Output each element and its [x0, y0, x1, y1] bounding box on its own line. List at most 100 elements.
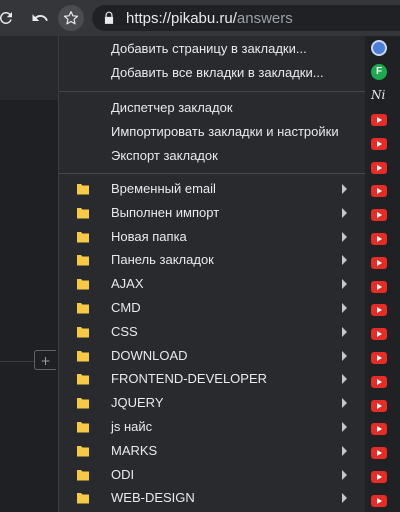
chevron-right-icon [342, 279, 347, 290]
bookmark-folder-item[interactable]: ODI [59, 463, 365, 487]
folder-label: Временный email [111, 181, 216, 196]
bookmark-folder-item[interactable]: CMD [59, 296, 365, 320]
url-text: https://pikabu.ru/answers [126, 10, 293, 27]
youtube-icon[interactable] [371, 423, 387, 436]
youtube-icon[interactable] [371, 352, 387, 364]
page-header-band [0, 36, 58, 100]
bookmark-folder-item[interactable]: Временный email [59, 177, 365, 201]
chevron-right-icon [342, 207, 347, 218]
folder-icon [77, 374, 89, 385]
url-host: https://pikabu.ru/ [126, 9, 237, 27]
undo-button[interactable] [28, 6, 52, 30]
reload-button[interactable] [0, 6, 18, 30]
menu-item-bookmark-all-tabs[interactable]: Добавить все вкладки в закладки... [59, 61, 365, 85]
bookmarks-menu: Добавить страницу в закладки... Добавить… [58, 36, 365, 512]
folder-icon [77, 445, 89, 457]
bookmark-folder-item[interactable]: MARKS [59, 439, 365, 463]
menu-item-label: Добавить все вкладки в закладки... [111, 65, 324, 80]
folder-icon [77, 422, 89, 433]
menu-item-bookmark-manager[interactable]: Диспетчер закладок [59, 96, 365, 120]
bookmark-folder-item[interactable]: WEB-DESIGN [59, 486, 365, 510]
star-icon [63, 11, 79, 25]
browser-toolbar: https://pikabu.ru/answers [0, 0, 400, 36]
bookmark-folder-item[interactable]: Выполнен импорт [59, 201, 365, 225]
address-bar[interactable]: https://pikabu.ru/answers [92, 5, 400, 31]
bookmark-star-button[interactable] [58, 5, 84, 31]
youtube-icon[interactable] [371, 185, 387, 198]
menu-item-label: Добавить страницу в закладки... [111, 41, 307, 56]
youtube-icon[interactable] [371, 471, 387, 483]
chevron-right-icon [342, 231, 347, 242]
folder-icon [77, 350, 89, 362]
youtube-icon[interactable] [371, 447, 387, 460]
chevron-right-icon [342, 374, 347, 385]
folder-label: JQUERY [111, 395, 164, 411]
youtube-icon[interactable] [371, 280, 387, 293]
bookmark-folder-item[interactable]: Новая папка [59, 225, 365, 249]
youtube-icon[interactable] [371, 114, 387, 126]
youtube-icon[interactable] [371, 256, 387, 269]
folder-label: FRONTEND-DEVELOPER [111, 371, 268, 387]
menu-item-label: Импортировать закладки и настройки [111, 124, 339, 139]
bookmark-folder-item[interactable]: AJAX [59, 272, 365, 296]
chevron-right-icon [342, 303, 347, 313]
page-add-button[interactable]: + [34, 350, 56, 370]
bookmark-folder-item[interactable]: FRONTEND-DEVELOPER [59, 367, 365, 391]
menu-item-import-bookmarks[interactable]: Импортировать закладки и настройки [59, 120, 365, 144]
folder-label: CSS [111, 323, 138, 339]
undo-icon [32, 14, 48, 21]
folder-label: Новая папка [111, 228, 187, 244]
menu-item-label: Экспорт закладок [111, 148, 218, 163]
chevron-right-icon [342, 493, 347, 504]
folder-label: js найс [111, 419, 153, 434]
folder-label: Выполнен импорт [111, 204, 220, 220]
youtube-icon[interactable] [371, 161, 387, 174]
bookmark-folder-item[interactable]: DOWNLOAD [59, 344, 365, 368]
youtube-icon[interactable] [371, 233, 387, 245]
page-divider [0, 361, 34, 362]
reload-icon [0, 12, 12, 24]
bookmark-folder-item[interactable]: CSS [59, 320, 365, 344]
chevron-right-icon [342, 255, 347, 266]
bookmark-folder-item[interactable]: js найс [59, 415, 365, 439]
page-background: + [0, 36, 58, 512]
youtube-icon[interactable] [371, 304, 387, 317]
extensions-column: F Ni [365, 36, 400, 512]
menu-separator [59, 91, 365, 92]
chevron-right-icon [342, 398, 347, 409]
chevron-right-icon [342, 326, 347, 337]
menu-item-bookmark-page[interactable]: Добавить страницу в закладки... [59, 37, 365, 61]
menu-item-label: Диспетчер закладок [111, 100, 233, 115]
folder-label: MARKS [111, 442, 158, 458]
youtube-icon[interactable] [371, 209, 387, 222]
menu-item-export-bookmarks[interactable]: Экспорт закладок [59, 144, 365, 168]
chevron-right-icon [342, 422, 347, 432]
chevron-right-icon [342, 445, 347, 456]
chevron-right-icon [342, 469, 347, 480]
chevron-right-icon [342, 184, 347, 194]
folder-icon [77, 398, 89, 409]
o-badge-icon[interactable] [371, 40, 387, 56]
green-f-icon[interactable]: F [371, 64, 387, 80]
folder-icon [77, 255, 89, 266]
folder-icon [77, 184, 89, 195]
bookmark-folder-item[interactable]: JQUERY [59, 391, 365, 415]
youtube-icon[interactable] [371, 494, 387, 507]
folder-icon [77, 303, 89, 314]
folder-label: Панель закладок [111, 252, 214, 268]
folder-icon [77, 279, 89, 290]
folder-icon [77, 207, 89, 219]
folder-label: CMD [111, 300, 141, 315]
folder-label: WEB-DESIGN [111, 490, 195, 506]
ni-icon[interactable]: Ni [371, 87, 387, 103]
youtube-icon[interactable] [371, 137, 387, 150]
folder-icon [77, 469, 89, 481]
youtube-icon[interactable] [371, 375, 387, 388]
youtube-icon[interactable] [371, 328, 387, 341]
bookmark-folder-item[interactable]: Панель закладок [59, 248, 365, 272]
chevron-right-icon [342, 350, 347, 361]
folder-icon [77, 231, 89, 243]
folder-icon [77, 326, 89, 338]
lock-icon [104, 11, 114, 24]
youtube-icon[interactable] [371, 399, 387, 412]
